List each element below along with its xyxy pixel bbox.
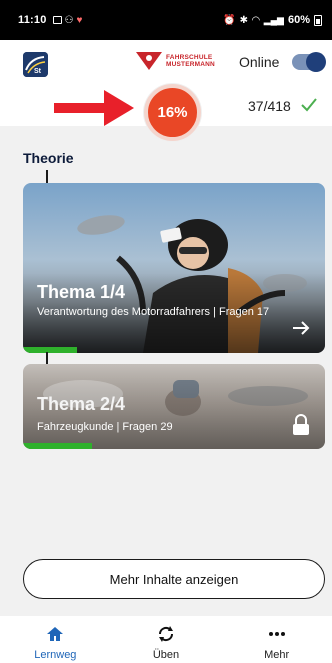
- online-toggle[interactable]: [292, 52, 326, 72]
- arrow-right-icon[interactable]: [291, 318, 311, 338]
- app-header: St FAHRSCHULE MUSTERMANN Online 16% 37/4…: [0, 40, 332, 141]
- progress-count: 37/418: [248, 98, 291, 114]
- signal-icon: ▂▄▆: [263, 14, 284, 25]
- more-icon: [267, 624, 287, 644]
- main-content: Theorie Thema 1/4 Verantwortung des Moto…: [0, 126, 332, 616]
- timeline-connector: [46, 170, 48, 184]
- bottom-navigation: Lernweg Üben Mehr: [0, 616, 332, 663]
- section-title: Theorie: [23, 150, 74, 166]
- home-icon: [45, 624, 65, 644]
- card-progress-bar: [23, 443, 93, 449]
- driving-school-logo-icon: [136, 52, 162, 70]
- card-progress-bar: [23, 347, 78, 353]
- accessibility-icon: ⚇: [64, 14, 74, 26]
- brand-line1: FAHRSCHULE: [166, 54, 213, 61]
- battery-percent: 60%: [287, 14, 310, 26]
- status-system-icons: ⏰ ✱ ◠ ▂▄▆ 60%: [223, 14, 322, 26]
- card-title: Thema 1/4: [37, 282, 126, 302]
- progress-percent: 16%: [157, 104, 188, 121]
- topic-card-1[interactable]: Thema 1/4 Verantwortung des Motorradfahr…: [23, 183, 325, 353]
- lock-icon: [293, 414, 309, 435]
- status-time: 11:10: [18, 14, 47, 26]
- alarm-icon: ⏰: [223, 14, 236, 26]
- check-icon: [301, 98, 317, 112]
- nav-item-lernweg[interactable]: Lernweg: [0, 616, 111, 663]
- card-title: Thema 2/4: [37, 394, 126, 414]
- heart-icon: ♥: [76, 14, 83, 26]
- status-notification-icons: ⚇ ♥: [52, 14, 83, 26]
- nav-label: Lernweg: [34, 649, 77, 661]
- card-subtitle: Verantwortung des Motorradfahrers | Frag…: [37, 306, 270, 318]
- wifi-icon: ◠: [252, 14, 260, 26]
- svg-text:St: St: [34, 68, 42, 75]
- bluetooth-icon: ✱: [239, 14, 249, 26]
- sync-icon: [156, 624, 176, 644]
- toggle-knob: [306, 52, 326, 72]
- progress-circle: 16%: [144, 84, 201, 141]
- app-logo-icon[interactable]: St: [23, 52, 48, 77]
- nav-label: Üben: [152, 649, 180, 661]
- red-arrow-icon: [54, 90, 134, 126]
- show-more-button[interactable]: Mehr Inhalte anzeigen: [23, 559, 325, 599]
- timeline-connector: [46, 352, 48, 364]
- battery-icon: [314, 14, 322, 26]
- nav-item-ueben[interactable]: Üben: [111, 616, 222, 663]
- gallery-icon: [52, 16, 62, 24]
- status-bar: 11:10 ⚇ ♥ ⏰ ✱ ◠ ▂▄▆ 60%: [0, 0, 332, 40]
- online-label: Online: [239, 54, 280, 70]
- topic-card-2[interactable]: Thema 2/4 Fahrzeugkunde | Fragen 29: [23, 364, 325, 449]
- brand-logo: FAHRSCHULE MUSTERMANN: [136, 52, 215, 70]
- brand-line2: MUSTERMANN: [166, 61, 215, 68]
- nav-label: Mehr: [264, 649, 290, 661]
- card-subtitle: Fahrzeugkunde | Fragen 29: [37, 421, 173, 433]
- nav-item-mehr[interactable]: Mehr: [221, 616, 332, 663]
